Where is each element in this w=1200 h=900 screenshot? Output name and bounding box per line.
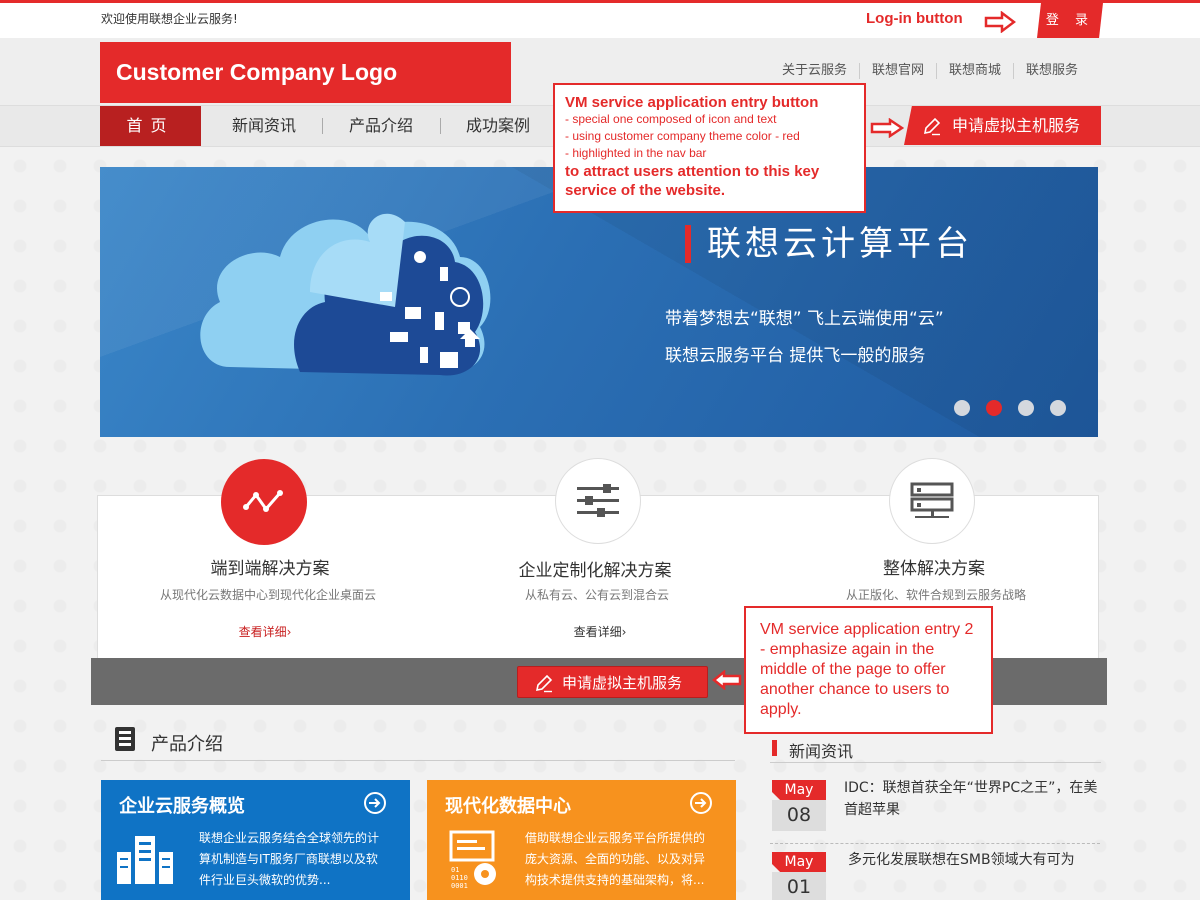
annotation-line: - highlighted in the nav bar: [565, 146, 707, 160]
arrow-left-icon: [712, 670, 742, 690]
product-card[interactable]: 企业云服务概览 联想企业云服务结合全球领先的计算机制造与IT服务厂商联想以及软件…: [101, 780, 410, 900]
server-rack-icon: [117, 836, 173, 884]
pen-icon: [923, 117, 941, 136]
products-title: 产品介绍: [151, 734, 223, 755]
company-logo[interactable]: Customer Company Logo: [100, 42, 511, 103]
annotation-line: - using customer company theme color - r…: [565, 129, 800, 143]
date-badge: May 01: [772, 852, 826, 900]
product-card[interactable]: 现代化数据中心 01 0110 0001 借助联想企业云服务平台所提供的庞大资源…: [427, 780, 736, 900]
date-month: May: [772, 780, 826, 800]
annotation-bold-text: to attract users attention to this key s…: [565, 163, 820, 199]
news-separator: [770, 843, 1100, 844]
solution-subtitle: 从现代化云数据中心到现代化企业桌面云: [159, 588, 376, 602]
carousel-dot-active[interactable]: [986, 400, 1002, 416]
banner-tagline-2: 联想云服务平台 提供飞一般的服务: [665, 346, 926, 366]
solution-subtitle: 从正版化、软件合规到云服务战略: [845, 588, 1026, 602]
nav-divider: [440, 118, 441, 134]
nav-item-home[interactable]: 首页: [100, 106, 201, 146]
date-badge: May 08: [772, 780, 826, 831]
link-lenovo-mall[interactable]: 联想商城: [937, 63, 1015, 79]
solution-icon-circle: [555, 458, 641, 544]
server-tower-icon: [115, 727, 135, 751]
apply-vm-label: 申请虚拟主机服务: [562, 674, 683, 692]
data-gear-icon: 01 0110 0001: [449, 830, 496, 890]
arrow-circle-icon[interactable]: [690, 792, 712, 814]
link-lenovo-service[interactable]: 联想服务: [1014, 63, 1090, 79]
line-chart-icon: [243, 490, 283, 512]
news-divider: [770, 762, 1101, 763]
login-annotation: Log-in button: [866, 10, 963, 27]
server-icon: [910, 482, 954, 518]
top-links: 关于云服务 联想官网 联想商城 联想服务: [770, 63, 1090, 79]
link-about-cloud[interactable]: 关于云服务: [770, 63, 861, 79]
solution-detail-link[interactable]: 查看详细›: [450, 623, 750, 640]
news-headline[interactable]: IDC：联想首获全年“世界PC之王”，在美首超苹果: [844, 777, 1100, 821]
date-day: 01: [772, 872, 826, 900]
product-card-title: 企业云服务概览: [119, 796, 245, 817]
svg-text:0110: 0110: [451, 874, 468, 882]
solution-icon-circle: [221, 459, 307, 545]
product-card-text: 借助联想企业云服务平台所提供的庞大资源、全面的功能、以及对异构技术提供支持的基础…: [525, 831, 706, 887]
annotation-heading: VM service application entry button: [565, 94, 819, 111]
link-lenovo-official[interactable]: 联想官网: [860, 63, 938, 79]
svg-text:01: 01: [451, 866, 459, 874]
carousel-dot[interactable]: [1018, 400, 1034, 416]
arrow-circle-icon[interactable]: [364, 792, 386, 814]
carousel-dot[interactable]: [1050, 400, 1066, 416]
solution-title: 端到端解决方案: [210, 559, 330, 579]
arrow-right-icon: [870, 118, 904, 138]
solution-title: 企业定制化解决方案: [518, 561, 672, 581]
solution-icon-circle: [889, 458, 975, 544]
sliders-icon: [577, 484, 619, 517]
news-title: 新闻资讯: [789, 742, 854, 761]
product-card-text: 联想企业云服务结合全球领先的计算机制造与IT服务厂商联想以及软件行业巨头微软的优…: [199, 831, 380, 887]
login-button[interactable]: 登 录: [1037, 3, 1103, 38]
apply-vm-button-nav[interactable]: 申请虚拟主机服务: [904, 106, 1101, 145]
nav-item-products[interactable]: 产品介绍: [349, 106, 413, 146]
nav-divider: [322, 118, 323, 134]
svg-text:0001: 0001: [451, 882, 468, 890]
date-month: May: [772, 852, 826, 872]
news-headline[interactable]: 多元化发展联想在SMB领域大有可为: [848, 849, 1104, 871]
pen-icon: [535, 674, 553, 693]
arrow-right-icon: [984, 11, 1016, 33]
apply-vm-label: 申请虚拟主机服务: [952, 116, 1081, 135]
solution-subtitle: 从私有云、公有云到混合云: [524, 588, 669, 602]
nav-item-cases[interactable]: 成功案例: [466, 106, 530, 146]
annotation-vm-button: VM service application entry button - sp…: [553, 83, 866, 213]
solution-title: 整体解决方案: [883, 559, 985, 579]
banner-tagline-1: 带着梦想去“联想” 飞上云端使用“云”: [665, 309, 944, 329]
date-day: 08: [772, 800, 826, 831]
cloud-apps-icon: [200, 213, 491, 376]
carousel-dot[interactable]: [954, 400, 970, 416]
annotation-vm-entry-2: VM service application entry 2 - emphasi…: [744, 606, 993, 734]
solution-detail-link[interactable]: 查看详细›: [115, 623, 415, 640]
news-accent-bar: [772, 740, 777, 756]
welcome-text: 欢迎使用联想企业云服务!: [101, 12, 238, 26]
apply-vm-button-mid[interactable]: 申请虚拟主机服务: [517, 666, 708, 698]
annotation-line: - special one composed of icon and text: [565, 112, 777, 126]
detail-link-label: 查看详细: [238, 625, 287, 639]
nav-item-news[interactable]: 新闻资讯: [232, 106, 296, 146]
banner-title: 联想云计算平台: [685, 225, 973, 263]
detail-link-label: 查看详细: [573, 625, 622, 639]
carousel-dots: [954, 400, 1066, 416]
product-card-title: 现代化数据中心: [445, 796, 571, 817]
